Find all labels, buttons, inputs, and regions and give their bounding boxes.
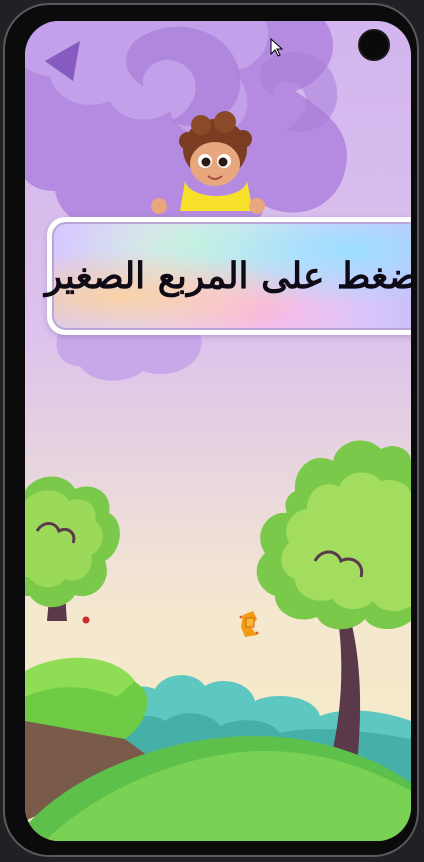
instruction-text: اضغط على المربع الصغير	[44, 255, 411, 297]
game-scene	[25, 21, 411, 841]
small-square-target[interactable]	[239, 611, 259, 637]
mouse-cursor-icon	[270, 38, 284, 57]
instruction-panel: اضغط على المربع الصغير	[45, 222, 411, 330]
ladybug-decoration	[82, 616, 90, 624]
front-camera	[358, 29, 390, 61]
left-tree	[25, 476, 120, 621]
instruction-banner: اضغط على المربع الصغير	[45, 217, 411, 335]
phone-frame: اضغط على المربع الصغير	[3, 3, 419, 857]
game-screen: اضغط على المربع الصغير	[25, 21, 411, 841]
